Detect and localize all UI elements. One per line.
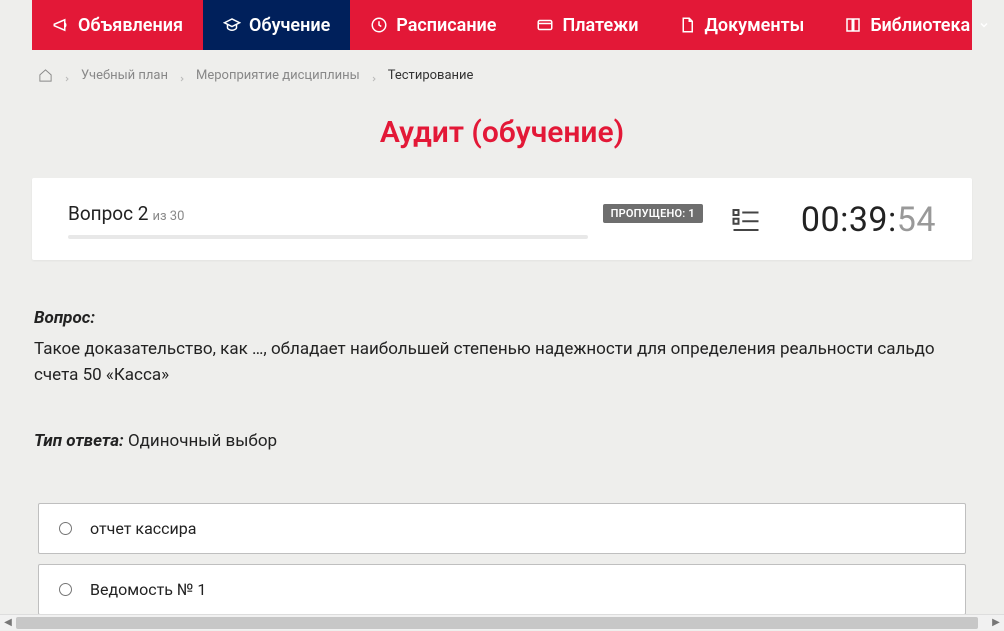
timer: 00:39:54 [801,200,936,240]
chevron-right-icon [178,72,186,80]
answer-type-value: Одиночный выбор [128,431,277,451]
answer-type-label: Тип ответа: [34,431,124,451]
breadcrumb: Учебный план Мероприятие дисциплины Тест… [32,50,972,97]
clock-icon [370,16,388,34]
graduation-icon [223,16,241,34]
book-icon [844,16,862,34]
home-icon[interactable] [38,68,53,83]
question-total: из 30 [152,209,184,224]
nav-education[interactable]: Обучение [203,0,350,50]
question-heading: Вопрос: [34,308,970,328]
nav-item-label: Документы [704,15,804,36]
options-list: отчет кассира Ведомость № 1 [32,503,972,614]
question-number: Вопрос 2 [68,202,148,225]
scroll-thumb[interactable] [16,617,978,629]
nav-item-label: Обучение [249,15,330,36]
scroll-track[interactable] [16,615,988,631]
payment-icon [536,16,554,34]
question-text: Такое доказательство, как …, обладает на… [34,336,970,389]
timer-main: 00:39: [801,200,897,240]
nav-item-label: Платежи [562,15,638,36]
skipped-badge: ПРОПУЩЕНО: 1 [603,204,703,223]
question-list-icon[interactable] [731,205,761,235]
option-radio[interactable] [59,522,72,535]
option-label: Ведомость № 1 [90,580,206,599]
progress-bar [68,235,588,239]
option-label: отчет кассира [90,519,196,538]
breadcrumb-testing: Тестирование [388,68,474,83]
nav-item-label: Расписание [396,15,496,36]
page-title: Аудит (обучение) [32,115,972,150]
chevron-right-icon [370,72,378,80]
scroll-left-arrow[interactable]: ◀ [0,615,16,631]
breadcrumb-study-plan[interactable]: Учебный план [81,68,168,83]
breadcrumb-event[interactable]: Мероприятие дисциплины [196,68,360,83]
main-nav: Объявления Обучение Расписание Платежи [32,0,972,50]
document-icon [678,16,696,34]
megaphone-icon [52,16,70,34]
option-item[interactable]: отчет кассира [38,503,966,554]
option-radio[interactable] [59,583,72,596]
nav-item-label: Объявления [78,15,183,36]
nav-announcements[interactable]: Объявления [32,0,203,50]
nav-documents[interactable]: Документы [658,0,824,50]
option-item[interactable]: Ведомость № 1 [38,564,966,614]
scroll-right-arrow[interactable]: ▶ [988,615,1004,631]
nav-schedule[interactable]: Расписание [350,0,516,50]
nav-payments[interactable]: Платежи [516,0,658,50]
horizontal-scrollbar[interactable]: ◀ ▶ [0,614,1004,630]
question-panel: Вопрос 2 из 30 ПРОПУЩЕНО: 1 00:39:54 [32,178,972,260]
chevron-right-icon [63,72,71,80]
nav-library[interactable]: Библиотека [824,0,1004,50]
timer-seconds: 54 [897,200,936,240]
chevron-down-icon [978,19,990,31]
nav-item-label: Библиотека [870,15,970,36]
